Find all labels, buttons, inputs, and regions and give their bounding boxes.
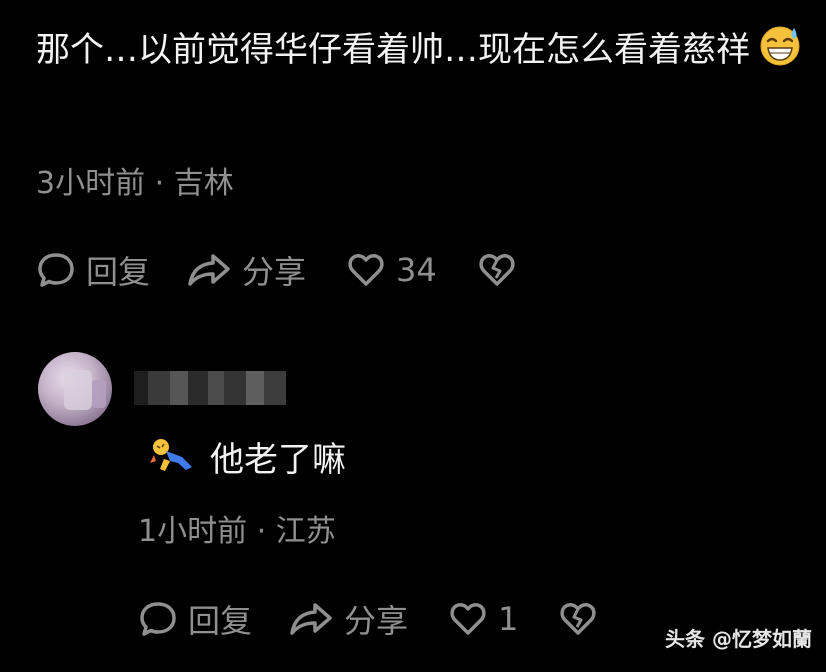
comment-bubble-icon (38, 253, 74, 287)
share-arrow-icon (290, 603, 332, 635)
comment-text: 那个…以前觉得华仔看着帅…现在怎么看着慈祥 (36, 18, 822, 82)
reply-reply-button[interactable]: 回复 (138, 596, 252, 642)
blurred-username[interactable] (134, 371, 286, 405)
heart-icon (348, 254, 384, 286)
watermark: 头条 @忆梦如蘭 (665, 627, 812, 651)
heart-icon (450, 603, 486, 635)
reply-action-bar: 回复 分享 1 (138, 597, 598, 641)
reply-share-button[interactable]: 分享 (288, 596, 408, 642)
reply-time-location: 1小时前 · 江苏 (138, 514, 336, 549)
comment-action-bar: 回复 分享 34 (36, 248, 517, 292)
reply-dislike-button[interactable] (558, 599, 598, 639)
share-label: 分享 (344, 602, 409, 640)
comment-dislike-button[interactable] (477, 250, 517, 290)
comment-reply-button[interactable]: 回复 (36, 247, 150, 293)
reply-label: 回复 (86, 253, 151, 291)
comment-body: 那个…以前觉得华仔看着帅…现在怎么看着慈祥 (36, 30, 750, 70)
broken-heart-icon (560, 603, 597, 635)
comment-share-button[interactable]: 分享 (186, 247, 306, 293)
reply-body: 他老了嘛 (210, 440, 346, 480)
share-arrow-icon (188, 254, 230, 286)
comment-like-button[interactable]: 34 (346, 250, 437, 290)
reply-like-button[interactable]: 1 (448, 599, 518, 639)
reply-label: 回复 (188, 602, 253, 640)
like-count: 1 (498, 600, 519, 638)
grinning-sweat-emoji-icon (760, 26, 800, 66)
comment-time-location: 3小时前 · 吉林 (36, 166, 234, 201)
broken-heart-icon (479, 254, 515, 286)
comment-bubble-icon (140, 602, 176, 636)
flying-figure-emoji-icon (150, 438, 192, 471)
avatar[interactable] (38, 352, 112, 426)
share-label: 分享 (242, 253, 307, 291)
like-count: 34 (396, 251, 437, 289)
reply-text: 他老了嘛 (148, 432, 346, 481)
